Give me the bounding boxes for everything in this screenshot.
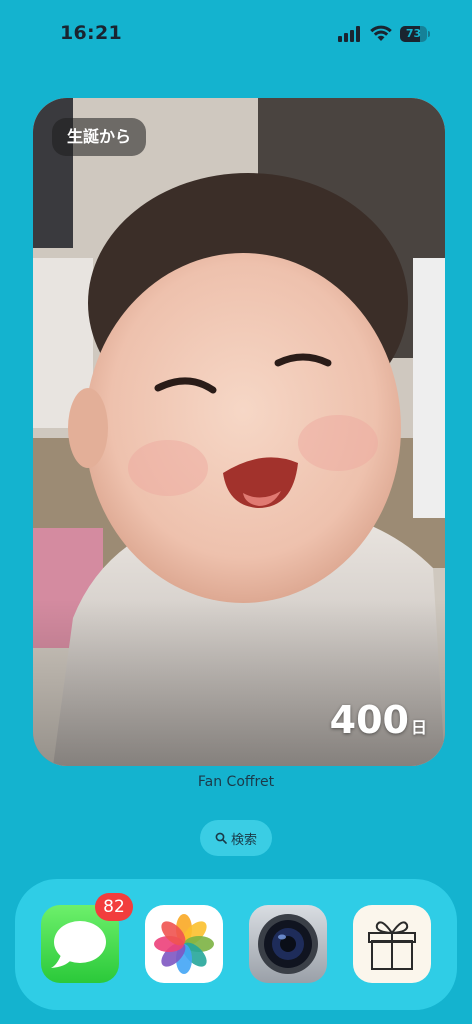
status-bar: 16:21 73 xyxy=(0,0,472,70)
camera-app[interactable] xyxy=(249,905,327,983)
since-birth-label: 生誕から xyxy=(52,118,147,156)
messages-app[interactable]: 82 xyxy=(41,893,133,983)
photo-widget[interactable]: 生誕から 400 日 xyxy=(33,98,445,766)
search-button[interactable]: 検索 xyxy=(200,820,272,856)
baby-photo xyxy=(33,98,445,766)
gift-app[interactable] xyxy=(353,905,431,983)
photos-app[interactable] xyxy=(145,905,223,983)
flower-icon xyxy=(154,914,214,974)
cellular-signal-icon xyxy=(338,26,362,42)
battery-percent: 73 xyxy=(405,27,422,40)
day-count-unit: 日 xyxy=(410,718,427,737)
gift-box-icon xyxy=(368,921,416,970)
widget-name: Fan Coffret xyxy=(197,774,275,790)
camera-lens-icon xyxy=(258,914,318,974)
magnifying-glass-icon xyxy=(215,832,227,844)
search-label: 検索 xyxy=(230,832,257,848)
day-count: 400 日 xyxy=(330,698,427,742)
wifi-icon xyxy=(370,25,392,41)
notification-badge: 82 xyxy=(95,893,133,921)
battery-icon: 73 xyxy=(400,26,430,42)
day-count-number: 400 xyxy=(329,698,409,742)
status-time: 16:21 xyxy=(60,22,122,44)
